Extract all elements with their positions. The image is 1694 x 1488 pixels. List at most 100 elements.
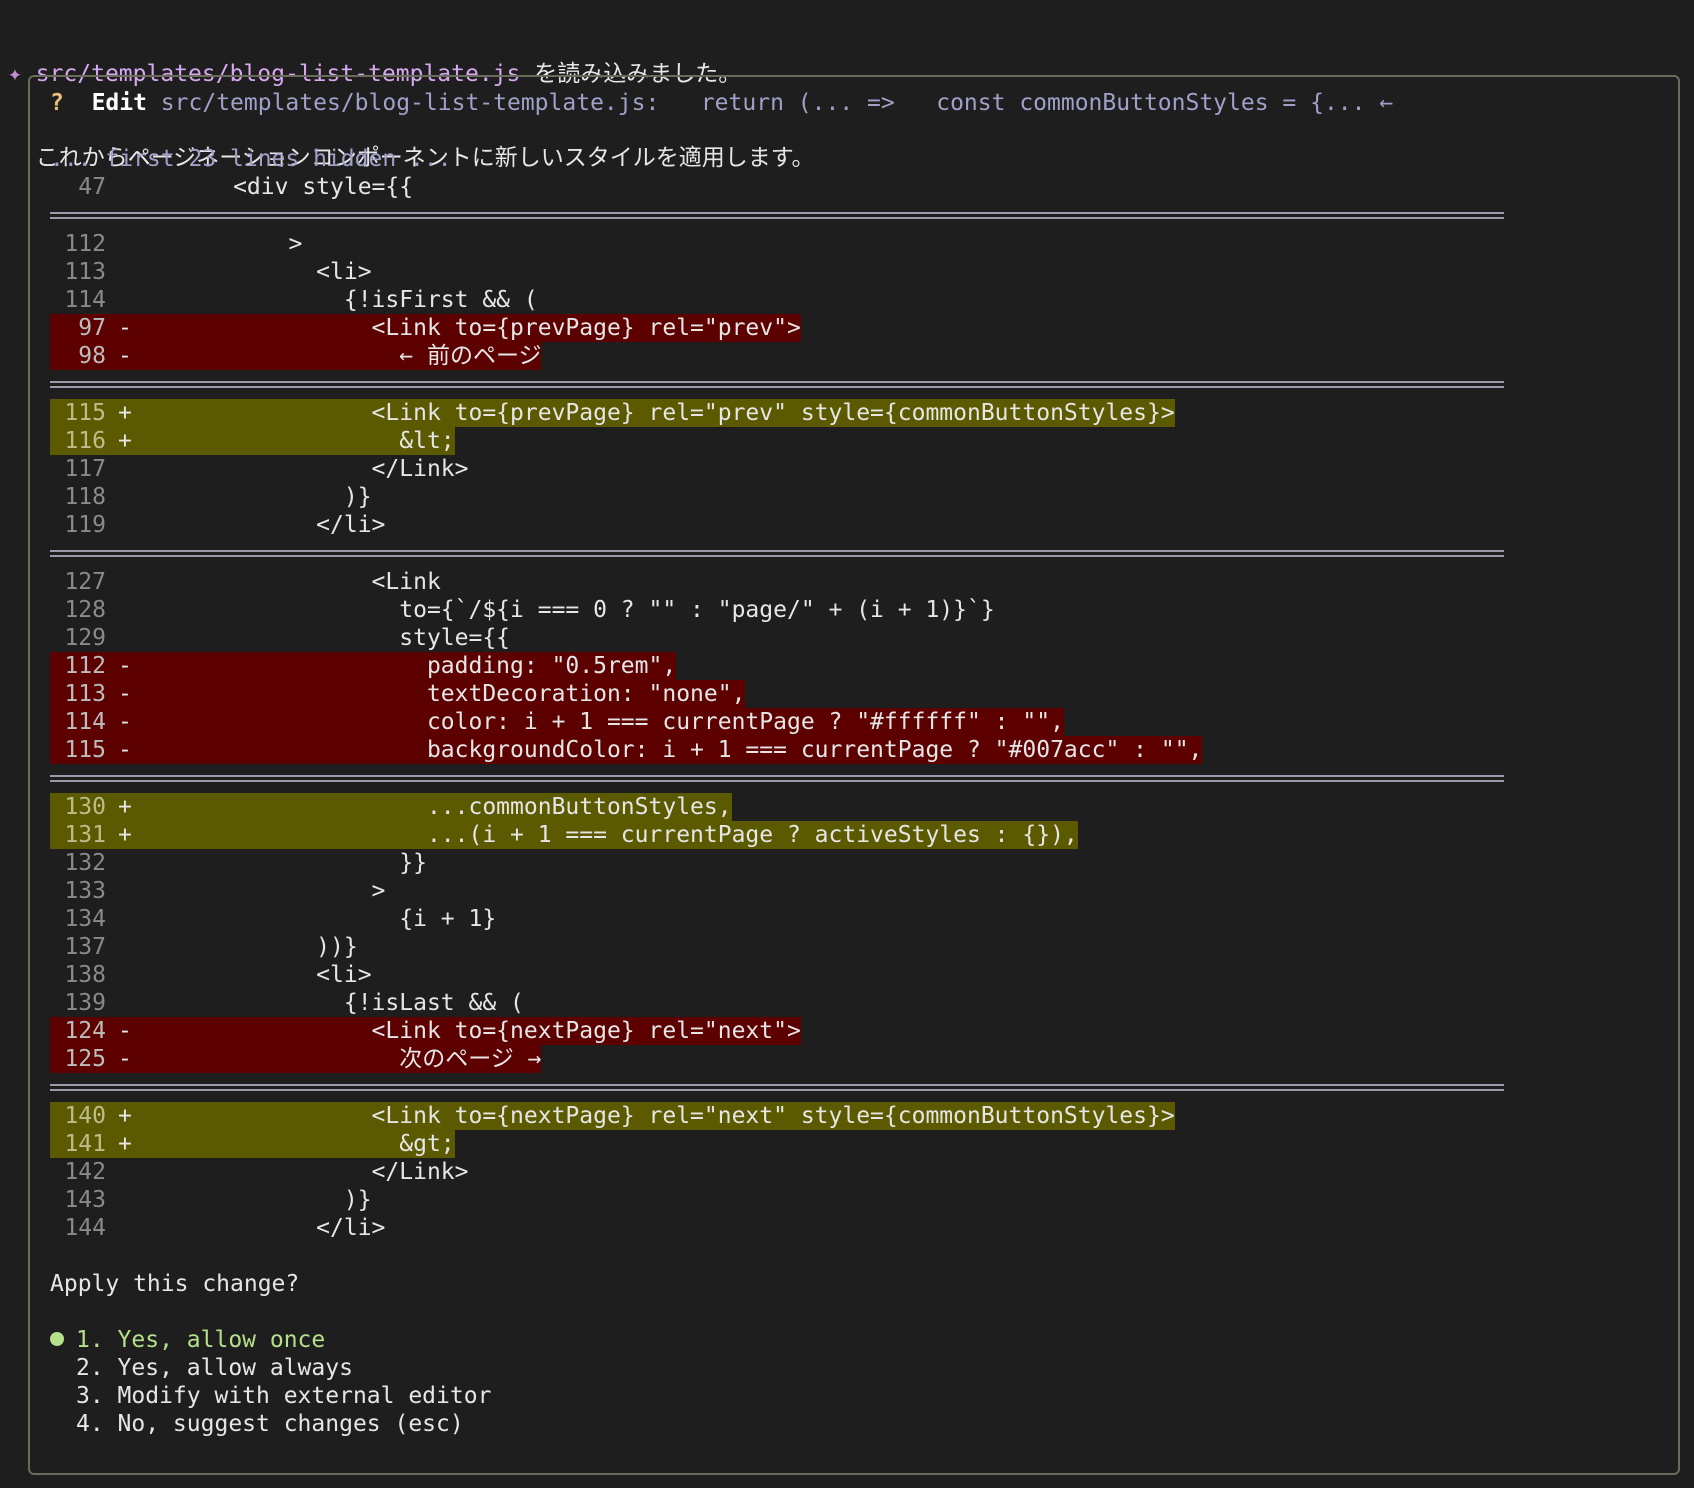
code-text: {i + 1} [150, 906, 497, 932]
line-number: 133 [64, 878, 106, 904]
code-text: ...commonButtonStyles, [150, 794, 732, 820]
diff-line-added: 116 + &lt; [50, 427, 1504, 455]
code-text: </li> [150, 512, 386, 538]
diff-line-removed: 115- backgroundColor: i + 1 === currentP… [50, 736, 1504, 764]
code-text: backgroundColor: i + 1 === currentPage ?… [150, 737, 1203, 763]
line-number: 114 [64, 287, 106, 313]
diff-line: 117 </Link> [50, 455, 1504, 483]
diff-line: 128 to={`/${i === 0 ? "" : "page/" + (i … [50, 596, 1504, 624]
diff-line-removed: 112- padding: "0.5rem", [50, 652, 1504, 680]
edit-target: src/templates/blog-list-template.js: ret… [146, 90, 1394, 116]
diff-line: 134 {i + 1} [50, 905, 1504, 933]
diff-line: 132 }} [50, 849, 1504, 877]
code-text: }} [150, 850, 427, 876]
diff-marker: + [118, 822, 132, 848]
hunk-separator [50, 550, 1504, 557]
option-item[interactable]: 3. Modify with external editor [50, 1382, 1504, 1410]
hidden-lines-note: ... first 23 lines hidden ... [50, 146, 452, 172]
code-text: <Link [150, 569, 441, 595]
diff-line: 137 ))} [50, 933, 1504, 961]
line-number: 132 [64, 850, 106, 876]
code-text: <li> [150, 259, 372, 285]
diff-line: 119 </li> [50, 511, 1504, 539]
diff-line-content: 118 )} [50, 483, 371, 511]
option-label: 2. Yes, allow always [76, 1355, 353, 1381]
diff-line-content: 130 + ...commonButtonStyles, [50, 793, 732, 821]
option-label: 1. Yes, allow once [76, 1327, 326, 1353]
diff-line-content: 142 </Link> [50, 1158, 468, 1186]
option-item[interactable]: 1. Yes, allow once [50, 1326, 1504, 1354]
diff-line-content: 115- backgroundColor: i + 1 === currentP… [50, 736, 1203, 764]
line-number: 129 [64, 625, 106, 651]
line-number: 142 [64, 1159, 106, 1185]
edit-dialog: ? Edit src/templates/blog-list-template.… [28, 75, 1680, 1475]
line-number: 130 [64, 794, 106, 820]
option-item[interactable]: 2. Yes, allow always [50, 1354, 1504, 1382]
line-number: 116 [64, 428, 106, 454]
line-number: 114 [64, 709, 106, 735]
diff-line-added: 115 + <Link to={prevPage} rel="prev" styl… [50, 399, 1504, 427]
option-item[interactable]: 4. No, suggest changes (esc) [50, 1410, 1504, 1438]
diff-line: 144 </li> [50, 1214, 1504, 1242]
hunk-separator [50, 212, 1504, 219]
diff-line-content: 115 + <Link to={prevPage} rel="prev" styl… [50, 399, 1175, 427]
diff-line-content: 134 {i + 1} [50, 905, 496, 933]
line-number: 115 [64, 737, 106, 763]
diff-line-content: 117 </Link> [50, 455, 468, 483]
code-text: to={`/${i === 0 ? "" : "page/" + (i + 1)… [150, 597, 995, 623]
line-number: 134 [64, 906, 106, 932]
diff-marker: - [118, 1046, 132, 1072]
diff-marker: + [118, 1131, 132, 1157]
diff-line: 112 > [50, 230, 1504, 258]
diff-marker: + [118, 794, 132, 820]
diff-line-content: 114 {!isFirst && ( [50, 286, 538, 314]
diff-view: 47 <div style={{112 >113 <li> 114 {!isFir… [50, 173, 1504, 1242]
diff-line-content: 128 to={`/${i === 0 ? "" : "page/" + (i … [50, 596, 995, 624]
line-number: 117 [64, 456, 106, 482]
code-text: color: i + 1 === currentPage ? "#ffffff"… [150, 709, 1064, 735]
diff-line-content: 139 {!isLast && ( [50, 989, 523, 1017]
line-number: 97 [78, 315, 106, 341]
code-text: <div style={{ [150, 174, 414, 200]
diff-line-content: 129 style={{ [50, 624, 510, 652]
line-number: 138 [64, 962, 106, 988]
diff-line-content: 137 ))} [50, 933, 358, 961]
diff-marker: - [118, 653, 132, 679]
diff-line-removed: 97- <Link to={prevPage} rel="prev"> [50, 314, 1504, 342]
line-number: 137 [64, 934, 106, 960]
code-text: )} [150, 1187, 372, 1213]
line-number: 127 [64, 569, 106, 595]
diff-marker: + [118, 428, 132, 454]
diff-line-removed: 114- color: i + 1 === currentPage ? "#ff… [50, 708, 1504, 736]
code-text: ))} [150, 934, 358, 960]
diff-line: 143 )} [50, 1186, 1504, 1214]
diff-marker: + [118, 1103, 132, 1129]
diff-marker: + [118, 400, 132, 426]
diff-line-content: 113- textDecoration: "none", [50, 680, 746, 708]
diff-line: 47 <div style={{ [50, 173, 1504, 201]
line-number: 119 [64, 512, 106, 538]
diff-line-removed: 113- textDecoration: "none", [50, 680, 1504, 708]
line-number: 128 [64, 597, 106, 623]
diff-line-content: 47 <div style={{ [50, 173, 413, 201]
code-text: ← 前のページ [150, 343, 542, 369]
code-text: <li> [150, 962, 372, 988]
diff-line-removed: 98- ← 前のページ [50, 342, 1504, 370]
option-label: 3. Modify with external editor [76, 1383, 492, 1409]
code-text: </li> [150, 1215, 386, 1241]
edit-label: Edit [91, 90, 147, 116]
diff-marker: - [118, 343, 132, 369]
diff-line: 133 > [50, 877, 1504, 905]
diff-line: 138 <li> [50, 961, 1504, 989]
diff-marker: - [118, 1018, 132, 1044]
code-text: {!isFirst && ( [150, 287, 538, 313]
hunk-separator [50, 381, 1504, 388]
diff-line-added: 141 + &gt; [50, 1130, 1504, 1158]
diff-line-content: 127 <Link [50, 568, 441, 596]
line-number: 112 [64, 653, 106, 679]
diff-line: 118 )} [50, 483, 1504, 511]
diff-line-content: 138 <li> [50, 961, 372, 989]
diff-line-content: 133 > [50, 877, 385, 905]
line-number: 118 [64, 484, 106, 510]
apply-prompt: Apply this change? [50, 1271, 300, 1297]
